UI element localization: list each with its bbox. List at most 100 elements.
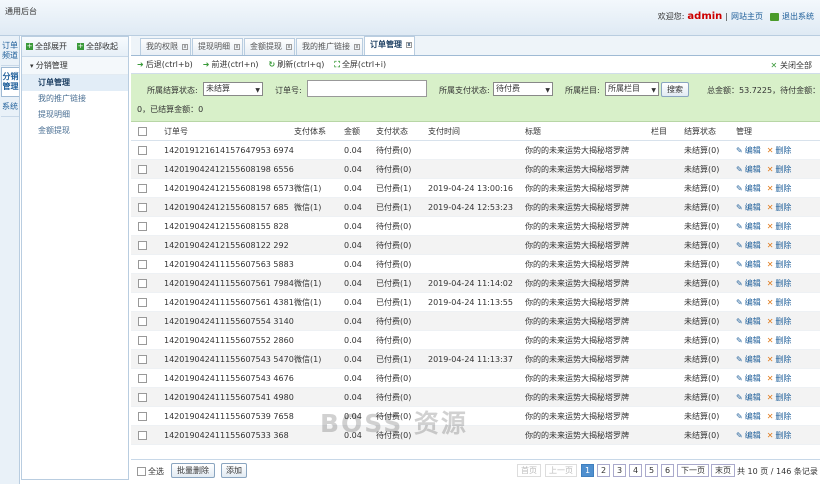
edit-link[interactable]: 编辑 <box>736 374 761 383</box>
next-page-button[interactable]: 下一页 <box>677 464 709 477</box>
tab-withdraw-details[interactable]: 提现明细 x <box>192 38 243 55</box>
expand-all-button[interactable]: + 全部展开 <box>26 41 67 52</box>
edit-link[interactable]: 编辑 <box>736 317 761 326</box>
batch-delete-button[interactable]: 批量删除 <box>171 463 215 478</box>
delete-link[interactable]: 删除 <box>767 374 792 383</box>
row-checkbox[interactable] <box>138 354 147 364</box>
delete-link[interactable]: 删除 <box>767 412 792 421</box>
vtab-orders[interactable]: 订单频道 <box>1 37 19 66</box>
collapse-all-button[interactable]: + 全部收起 <box>77 41 118 52</box>
column-select[interactable]: 所属栏目 <box>605 82 659 97</box>
tab-promo-links[interactable]: 我的推广链接 x <box>296 38 363 55</box>
delete-link[interactable]: 删除 <box>767 146 792 155</box>
delete-link[interactable]: 删除 <box>767 393 792 402</box>
close-icon[interactable]: x <box>182 44 188 50</box>
select-all[interactable]: 全选 <box>137 466 164 477</box>
row-checkbox[interactable] <box>138 297 147 307</box>
last-page-button[interactable]: 末页 <box>711 464 735 477</box>
vtab-distribution[interactable]: 分销管理 <box>1 67 19 97</box>
row-checkbox[interactable] <box>138 183 147 193</box>
delete-link[interactable]: 删除 <box>767 355 792 364</box>
row-checkbox[interactable] <box>138 411 147 421</box>
refresh-button[interactable]: ↻ 刷新(ctrl+q) <box>269 59 325 70</box>
row-checkbox[interactable] <box>138 202 147 212</box>
delete-link[interactable]: 删除 <box>767 222 792 231</box>
pay-status-label: 所属支付状态: <box>439 86 490 95</box>
page-1-button[interactable]: 1 <box>581 464 595 477</box>
sidebar-item-promo-links[interactable]: 我的推广链接 <box>22 91 128 107</box>
sidebar-item-orders[interactable]: 订单管理 <box>22 75 128 91</box>
row-checkbox[interactable] <box>138 145 147 155</box>
search-button[interactable]: 搜索 <box>661 82 689 97</box>
delete-link[interactable]: 删除 <box>767 260 792 269</box>
edit-link[interactable]: 编辑 <box>736 165 761 174</box>
row-checkbox[interactable] <box>138 240 147 250</box>
edit-link[interactable]: 编辑 <box>736 222 761 231</box>
order-no-input[interactable] <box>307 80 427 97</box>
row-checkbox[interactable] <box>138 430 147 440</box>
first-page-button[interactable]: 首页 <box>517 464 541 477</box>
edit-link[interactable]: 编辑 <box>736 298 761 307</box>
add-button[interactable]: 添加 <box>221 463 247 478</box>
settle-status-select[interactable]: 未结算 <box>203 82 263 97</box>
edit-link[interactable]: 编辑 <box>736 260 761 269</box>
tab-order-management[interactable]: 订单管理 x <box>364 36 415 55</box>
row-checkbox[interactable] <box>138 335 147 345</box>
delete-link[interactable]: 删除 <box>767 336 792 345</box>
row-checkbox[interactable] <box>138 373 147 383</box>
edit-link[interactable]: 编辑 <box>736 412 761 421</box>
select-all-checkbox[interactable] <box>137 467 146 476</box>
forward-button[interactable]: ➜ 前进(ctrl+n) <box>203 59 259 70</box>
delete-link[interactable]: 删除 <box>767 431 792 440</box>
row-checkbox[interactable] <box>138 164 147 174</box>
edit-link[interactable]: 编辑 <box>736 203 761 212</box>
delete-link[interactable]: 删除 <box>767 165 792 174</box>
row-checkbox[interactable] <box>138 392 147 402</box>
edit-link[interactable]: 编辑 <box>736 279 761 288</box>
page-2-button[interactable]: 2 <box>597 464 611 477</box>
delete-link[interactable]: 删除 <box>767 184 792 193</box>
page-4-button[interactable]: 4 <box>629 464 643 477</box>
edit-link[interactable]: 编辑 <box>736 336 761 345</box>
vtab-system[interactable]: 系统 <box>1 98 19 117</box>
cell-pay-status: 已付费(1) <box>376 354 412 364</box>
row-checkbox[interactable] <box>138 259 147 269</box>
site-home-link[interactable]: 网站主页 <box>731 11 763 22</box>
delete-link[interactable]: 删除 <box>767 203 792 212</box>
close-icon[interactable]: x <box>286 44 292 50</box>
logout-link[interactable]: 退出系统 <box>782 11 814 22</box>
close-icon[interactable]: x <box>354 44 360 50</box>
edit-link[interactable]: 编辑 <box>736 146 761 155</box>
close-icon[interactable]: x <box>406 42 412 48</box>
row-checkbox[interactable] <box>138 221 147 231</box>
fullscreen-button[interactable]: ⛶ 全屏(ctrl+i) <box>334 59 386 70</box>
delete-link[interactable]: 删除 <box>767 241 792 250</box>
prev-page-button[interactable]: 上一页 <box>545 464 577 477</box>
edit-link[interactable]: 编辑 <box>736 355 761 364</box>
header-checkbox[interactable] <box>138 126 147 136</box>
close-all-button[interactable]: ✕ 关闭全部 <box>771 60 813 71</box>
pay-status-select[interactable]: 待付费 <box>493 82 553 97</box>
back-button[interactable]: ➜ 后退(ctrl+b) <box>137 59 193 70</box>
table-row: 142019042411155607552 2860 0.04 待付费(0) 你的的未… <box>131 331 820 350</box>
tab-withdraw[interactable]: 金额提现 x <box>244 38 295 55</box>
page-3-button[interactable]: 3 <box>613 464 627 477</box>
edit-link[interactable]: 编辑 <box>736 431 761 440</box>
close-icon[interactable]: x <box>234 44 240 50</box>
row-checkbox[interactable] <box>138 278 147 288</box>
sidebar-item-withdraw-details[interactable]: 提现明细 <box>22 107 128 123</box>
delete-link[interactable]: 删除 <box>767 317 792 326</box>
tab-my-permissions[interactable]: 我的权限 x <box>140 38 191 55</box>
sidebar-group-distribution[interactable]: ▾ 分销管理 <box>22 57 128 75</box>
edit-link[interactable]: 编辑 <box>736 393 761 402</box>
page-5-button[interactable]: 5 <box>645 464 659 477</box>
logout-icon[interactable] <box>770 12 779 21</box>
sidebar-item-withdraw[interactable]: 金额提现 <box>22 123 128 139</box>
row-checkbox[interactable] <box>138 316 147 326</box>
delete-link[interactable]: 删除 <box>767 298 792 307</box>
edit-link[interactable]: 编辑 <box>736 184 761 193</box>
edit-link[interactable]: 编辑 <box>736 241 761 250</box>
delete-link[interactable]: 删除 <box>767 279 792 288</box>
page-6-button[interactable]: 6 <box>661 464 675 477</box>
refresh-label: 刷新(ctrl+q) <box>277 60 325 69</box>
